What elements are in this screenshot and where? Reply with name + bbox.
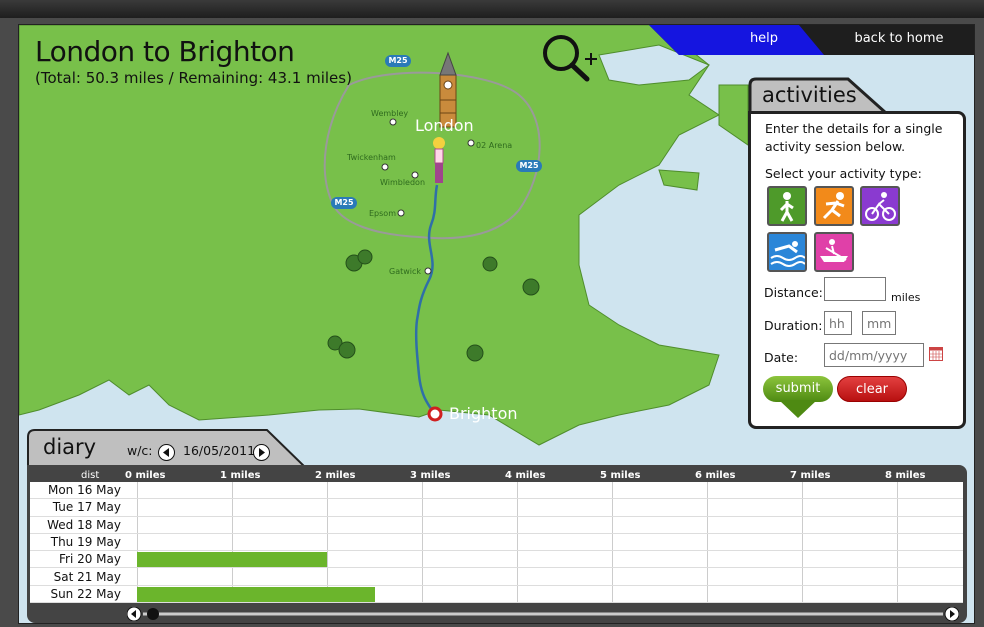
zoom-in-button[interactable]	[539, 33, 601, 85]
scroll-thumb	[147, 608, 159, 620]
walking-icon	[779, 192, 794, 222]
cycling-button[interactable]	[860, 186, 900, 226]
app-frame: London to Brighton (Total: 50.3 miles / …	[18, 24, 975, 624]
m25-badge-east: M25	[516, 160, 542, 172]
diary-day-label: Sun 22 May	[50, 586, 121, 601]
week-date: 16/05/2011	[183, 443, 256, 458]
clear-button[interactable]: clear	[837, 376, 907, 402]
mile-header: 3 miles	[410, 470, 451, 481]
diary-day-label: Tue 17 May	[52, 500, 121, 515]
diary-day-label: Thu 19 May	[50, 534, 121, 549]
activities-panel: activities Enter the details for a singl…	[748, 77, 966, 429]
wembley-dot	[389, 118, 397, 126]
duration-minutes-input[interactable]	[862, 311, 896, 335]
twickenham-dot	[381, 163, 389, 171]
mile-header: 8 miles	[885, 470, 926, 481]
mile-header: 7 miles	[790, 470, 831, 481]
help-link[interactable]: help	[709, 31, 819, 46]
distance-input[interactable]	[824, 277, 886, 301]
wimbledon-label: Wimbledon	[380, 178, 426, 187]
twickenham-label: Twickenham	[347, 153, 396, 162]
window-top-bar	[0, 0, 984, 18]
diary-day-label: Sat 21 May	[53, 569, 121, 584]
week-commencing-label: w/c:	[127, 443, 153, 458]
previous-week-button[interactable]	[158, 444, 175, 461]
page-title: London to Brighton	[35, 35, 295, 68]
activities-intro: Enter the details for a single activity …	[765, 121, 943, 154]
wembley-label: Wembley	[371, 109, 409, 118]
distance-label: Distance:	[764, 285, 823, 300]
distance-bar	[137, 552, 327, 568]
epsom-dot	[397, 209, 405, 217]
o2-dot	[467, 139, 475, 147]
activity-type-label: Select your activity type:	[765, 166, 922, 181]
duration-hours-input[interactable]	[824, 311, 852, 335]
distance-bar	[137, 586, 375, 602]
m25-badge-north: M25	[385, 55, 411, 67]
mile-header: 2 miles	[315, 470, 356, 481]
diary-row: Tue 17 May	[30, 499, 963, 517]
rowing-button[interactable]	[814, 232, 854, 272]
m25-badge-west: M25	[331, 197, 357, 209]
cycling-icon	[865, 192, 896, 221]
diary-row: Sat 21 May	[30, 569, 963, 586]
diary-body: dist 0 miles 1 miles 2 miles 3 miles 4 miles…	[27, 465, 967, 623]
diary-grid: Mon 16 May Tue 17 May Wed 18 May Thu 19 May…	[30, 482, 963, 604]
diary-day-label: Fri 20 May	[58, 552, 121, 567]
mile-header: 0 miles	[125, 470, 166, 481]
diary-row: Thu 19 May	[30, 534, 963, 552]
diary-day-label: Wed 18 May	[47, 517, 121, 532]
o2-label: 02 Arena	[476, 141, 513, 150]
mile-header: 6 miles	[695, 470, 736, 481]
submit-button[interactable]: submit	[763, 376, 833, 402]
running-button[interactable]	[814, 186, 854, 226]
london-label: London	[415, 116, 474, 135]
gatwick-dot	[424, 267, 432, 275]
duration-label: Duration:	[764, 318, 823, 333]
dist-header: dist	[81, 470, 100, 481]
brighton-label: Brighton	[449, 404, 518, 423]
walking-button[interactable]	[767, 186, 807, 226]
gatwick-label: Gatwick	[389, 267, 422, 276]
next-week-button[interactable]	[253, 444, 270, 461]
date-label: Date:	[764, 350, 799, 365]
essex-land	[718, 84, 749, 146]
date-input[interactable]	[824, 343, 924, 367]
distance-unit: miles	[891, 291, 921, 304]
rowing-icon	[820, 239, 848, 262]
diary-day-label: Mon 16 May	[47, 483, 121, 497]
arrow-right-icon	[259, 448, 265, 457]
arrow-left-icon	[163, 448, 169, 457]
route-summary: (Total: 50.3 miles / Remaining: 43.1 mil…	[35, 69, 352, 87]
diary-scrollbar[interactable]	[127, 607, 959, 621]
diary-row: Wed 18 May	[30, 517, 963, 534]
diary-row: Fri 20 May	[30, 551, 963, 569]
diary-row: Sun 22 May	[30, 586, 963, 604]
calendar-icon[interactable]	[929, 347, 943, 361]
finish-marker-icon	[427, 406, 443, 422]
east-coast-island	[658, 169, 700, 191]
mile-header: 1 miles	[220, 470, 261, 481]
mile-header: 4 miles	[505, 470, 546, 481]
land-mass	[19, 25, 720, 446]
swimming-icon	[770, 241, 806, 267]
running-icon	[822, 192, 845, 220]
activities-body: Enter the details for a single activity …	[748, 111, 966, 429]
diary-panel: diary w/c: 16/05/2011 dist 0 miles 1 mile…	[27, 429, 967, 623]
diary-title: diary	[43, 435, 97, 459]
top-nav: help back to home	[649, 25, 974, 55]
epsom-label: Epsom	[369, 209, 396, 218]
submit-arrow-icon	[779, 400, 817, 418]
diary-row: Mon 16 May	[30, 482, 963, 500]
activities-title: activities	[762, 83, 857, 107]
back-to-home-link[interactable]: back to home	[829, 31, 969, 46]
mile-header: 5 miles	[600, 470, 641, 481]
swimming-button[interactable]	[767, 232, 807, 272]
zoom-in-icon	[543, 35, 597, 82]
